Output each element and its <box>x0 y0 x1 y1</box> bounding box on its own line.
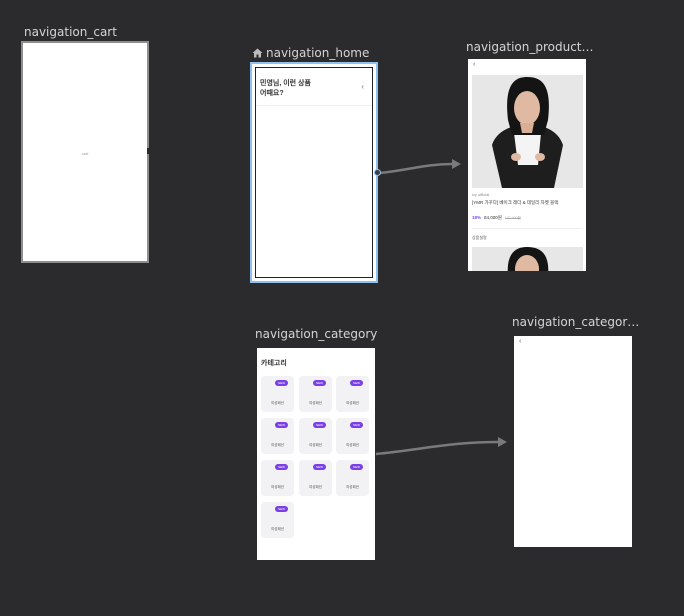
divider <box>256 105 372 106</box>
product-price-row: 18% 84,000원 102,400원 <box>472 215 521 221</box>
new-badge: NEW <box>350 464 363 470</box>
destination-label-cart: navigation_cart <box>24 25 117 39</box>
action-category-to-detail[interactable] <box>375 440 499 456</box>
new-badge: NEW <box>275 422 288 428</box>
action-home-to-product-arrow <box>452 159 461 169</box>
destination-home[interactable]: 민영님, 이런 상품 어때요? ‹ <box>250 62 378 283</box>
category-tile[interactable]: NEW 여성패션 <box>261 502 294 538</box>
destination-label-home-text: navigation_home <box>266 46 370 60</box>
new-badge: NEW <box>313 422 326 428</box>
new-badge: NEW <box>350 380 363 386</box>
home-screen-preview: 민영님, 이런 상품 어때요? ‹ <box>255 67 373 278</box>
category-tile[interactable]: NEW 여성패션 <box>261 418 294 454</box>
cart-placeholder: cart <box>81 151 89 156</box>
category-tile-label: 여성패션 <box>271 527 284 531</box>
discount-rate: 18% <box>472 215 482 220</box>
product-image <box>472 75 583 188</box>
destination-label-home: navigation_home <box>252 46 369 60</box>
category-tile-label: 여성패션 <box>309 443 322 447</box>
category-tile[interactable]: NEW 여성패션 <box>299 460 332 496</box>
new-badge: NEW <box>275 506 288 512</box>
category-tile-label: 여성패션 <box>271 401 284 405</box>
chevron-left-icon: ‹ <box>361 82 364 91</box>
category-tile[interactable]: NEW 여성패션 <box>336 460 369 496</box>
shop-name: ivy official <box>472 192 490 197</box>
new-badge: NEW <box>350 422 363 428</box>
new-badge: NEW <box>313 464 326 470</box>
home-icon <box>252 48 263 58</box>
destination-label-category-detail: navigation_categor… <box>512 315 640 329</box>
home-title-line2: 어때요? <box>260 90 284 97</box>
product-detail-image <box>472 247 583 271</box>
category-tile-label: 여성패션 <box>271 443 284 447</box>
destination-category-detail[interactable]: ‹ <box>514 336 632 547</box>
back-arrow-icon: ‹ <box>519 338 522 345</box>
home-title: 민영님, 이런 상품 어때요? <box>260 79 330 99</box>
destination-label-category: navigation_category <box>255 327 378 341</box>
back-arrow-icon: ‹ <box>473 61 476 68</box>
category-tile[interactable]: NEW 여성패션 <box>336 418 369 454</box>
original-price: 102,400원 <box>504 216 521 220</box>
home-action-connector[interactable] <box>374 169 381 176</box>
action-home-to-product[interactable] <box>379 162 453 175</box>
category-tile-label: 여성패션 <box>346 485 359 489</box>
new-badge: NEW <box>313 380 326 386</box>
category-tile-label: 여성패션 <box>346 443 359 447</box>
product-detail-label: 상품설명 <box>472 235 487 240</box>
sale-price: 84,000원 <box>484 215 502 220</box>
cart-screen-preview: cart <box>25 45 145 259</box>
divider <box>472 228 582 229</box>
category-tile-label: 여성패션 <box>271 485 284 489</box>
new-badge: NEW <box>275 464 288 470</box>
action-category-to-detail-arrow <box>498 437 507 447</box>
category-tile[interactable]: NEW 여성패션 <box>336 376 369 412</box>
product-name: [YMR 가꾸다] 베이크 레더 & 데일리 자켓 블랙 <box>472 200 559 205</box>
category-tile-label: 여성패션 <box>309 401 322 405</box>
category-tile-label: 여성패션 <box>346 401 359 405</box>
category-tile[interactable]: NEW 여성패션 <box>299 418 332 454</box>
category-tile[interactable]: NEW 여성패션 <box>299 376 332 412</box>
category-title: 카테고리 <box>261 360 287 367</box>
home-title-line1: 민영님, 이런 상품 <box>260 80 311 87</box>
category-tile-label: 여성패션 <box>309 485 322 489</box>
destination-product[interactable]: ‹ ivy official [YMR 가꾸다] 베이크 레더 & 데일리 자켓… <box>468 59 586 271</box>
destination-label-product: navigation_product… <box>466 40 594 54</box>
destination-category[interactable]: 카테고리 NEW 여성패션 NEW 여성패션 NEW 여성패션 NEW 여성패션 NEW 여성패션… <box>257 348 375 560</box>
category-tile[interactable]: NEW 여성패션 <box>261 460 294 496</box>
new-badge: NEW <box>275 380 288 386</box>
destination-cart[interactable]: cart <box>21 41 149 263</box>
category-tile[interactable]: NEW 여성패션 <box>261 376 294 412</box>
cart-action-handle[interactable] <box>147 148 150 154</box>
